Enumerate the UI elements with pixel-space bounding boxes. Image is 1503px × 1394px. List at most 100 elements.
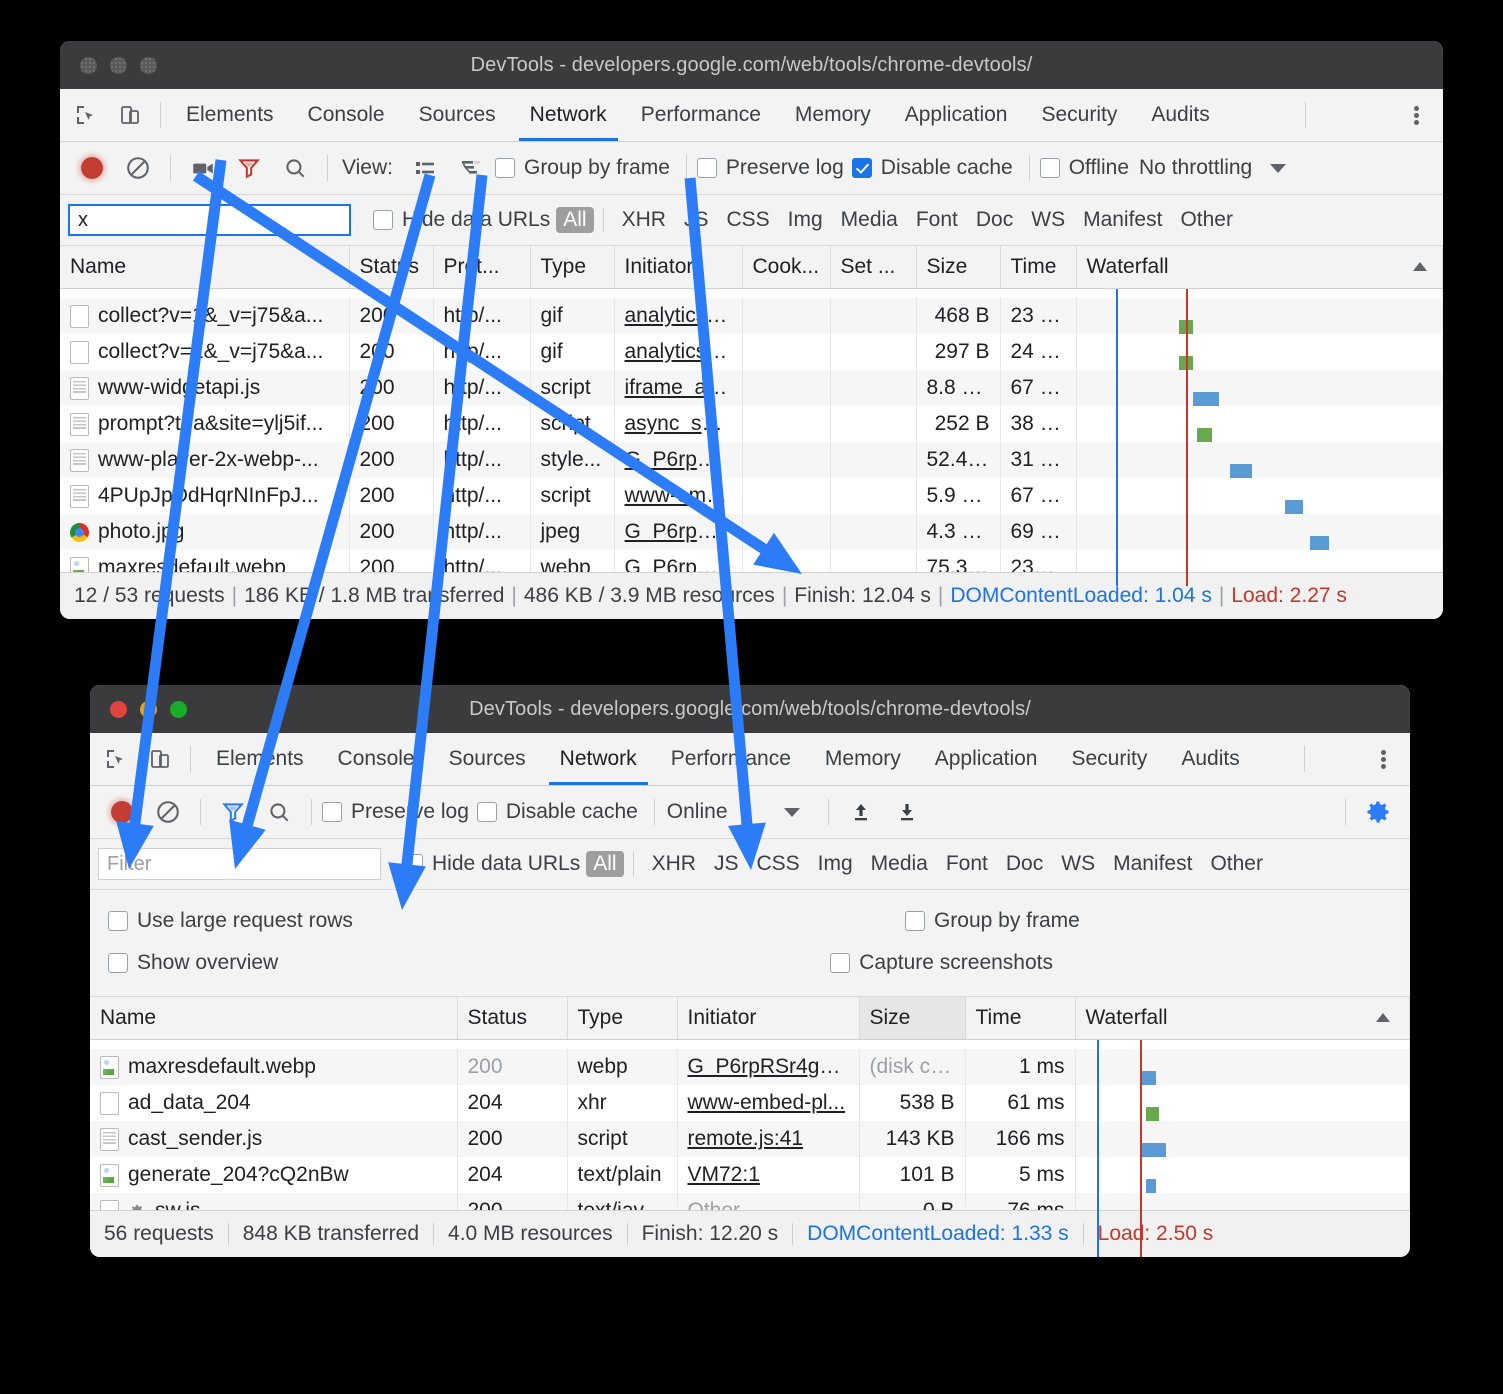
hide-data-urls-checkbox-bottom[interactable]: Hide data URLs [403, 852, 580, 876]
table-row[interactable]: www-widgetapi.js 200 http/... script iframe_… [60, 370, 1443, 406]
filter-type-img[interactable]: Img [779, 208, 832, 232]
tab-security[interactable]: Security [1024, 89, 1134, 141]
checkbox[interactable] [476, 802, 497, 822]
search-icon[interactable] [273, 146, 317, 190]
cell-name[interactable]: collect?v=1&_v=j75&a... [60, 334, 350, 370]
chevron-down-icon[interactable] [783, 807, 800, 817]
filter-type-media[interactable]: Media [832, 208, 907, 232]
filter-type-manifest[interactable]: Manifest [1104, 852, 1201, 876]
offline-checkbox-top[interactable]: Offline [1039, 156, 1129, 180]
table-row[interactable]: photo.jpg 200 http/... jpeg G_P6rpRS... 4.3 K… [60, 514, 1443, 550]
checkbox[interactable] [322, 802, 342, 822]
show-overview-checkbox[interactable]: Show overview [108, 951, 278, 975]
minimize-button[interactable] [140, 700, 157, 718]
record-icon[interactable] [70, 146, 114, 190]
waterfall-view-icon[interactable] [449, 146, 493, 190]
checkbox[interactable] [108, 911, 128, 931]
list-view-icon[interactable] [403, 146, 447, 190]
checkbox[interactable] [851, 158, 872, 178]
preserve-log-checkbox-bottom[interactable]: Preserve log [322, 800, 469, 824]
cell-initiator[interactable]: analytics.js... [614, 334, 743, 370]
checkbox[interactable] [494, 158, 515, 178]
tab-security[interactable]: Security [1054, 733, 1164, 785]
more-options-icon[interactable] [1393, 89, 1439, 141]
maximize-button[interactable] [140, 56, 157, 74]
group-by-frame-checkbox-top[interactable]: Group by frame [494, 156, 670, 180]
col-size[interactable]: Size [859, 997, 966, 1040]
col-initiator[interactable]: Initiator [677, 997, 860, 1040]
cell-name[interactable]: www-widgetapi.js [60, 370, 350, 406]
filter-icon[interactable] [227, 146, 271, 190]
use-large-request-rows-checkbox[interactable]: Use large request rows [108, 909, 353, 933]
cell-initiator[interactable]: VM72:1 [677, 1157, 860, 1193]
filter-type-ws[interactable]: WS [1022, 208, 1074, 232]
filter-input-bottom[interactable]: Filter [98, 848, 381, 880]
cell-initiator[interactable]: async_sur... [614, 406, 743, 442]
checkbox[interactable] [373, 210, 393, 230]
filter-type-font[interactable]: Font [937, 852, 997, 876]
table-row[interactable]: collect?v=1&_v=j75&a... 200 http/... gif ana… [60, 298, 1443, 334]
checkbox[interactable] [830, 953, 851, 973]
tab-console[interactable]: Console [321, 733, 432, 785]
filter-type-font[interactable]: Font [907, 208, 967, 232]
cell-initiator[interactable]: remote.js:41 [677, 1121, 860, 1157]
cell-name[interactable]: 4PUpJpDdHqrNInFpJ... [60, 478, 350, 514]
filter-icon[interactable] [211, 790, 255, 834]
cell-initiator[interactable]: iframe_api:2 [614, 370, 743, 406]
col-name[interactable]: Name [60, 246, 350, 289]
cell-name[interactable]: prompt?t=a&site=ylj5if... [60, 406, 350, 442]
col-waterfall[interactable]: Waterfall [1076, 246, 1443, 289]
throttling-value[interactable]: No throttling [1139, 156, 1252, 180]
cell-name[interactable]: ad_data_204 [90, 1085, 458, 1121]
table-row[interactable]: prompt?t=a&site=ylj5if... 200 http/... scri… [60, 406, 1443, 442]
col-set-cookies[interactable]: Set ... [830, 246, 917, 289]
close-button[interactable] [80, 56, 97, 74]
col-status[interactable]: Status [457, 997, 568, 1040]
cell-name[interactable]: maxresdefault.webp [90, 1049, 458, 1085]
col-protocol[interactable]: Prot... [433, 246, 531, 289]
import-har-icon[interactable] [839, 790, 883, 834]
filter-type-all[interactable]: All [586, 851, 624, 877]
search-icon[interactable] [257, 790, 301, 834]
camera-icon[interactable] [181, 146, 225, 190]
tab-memory[interactable]: Memory [808, 733, 918, 785]
tab-performance[interactable]: Performance [624, 89, 778, 141]
table-row[interactable]: collect?v=1&_v=j75&a... 200 http/... gif ana… [60, 334, 1443, 370]
window-controls-top[interactable] [60, 56, 157, 74]
tab-elements[interactable]: Elements [169, 89, 291, 141]
filter-type-doc[interactable]: Doc [967, 208, 1022, 232]
cell-initiator[interactable]: www-embed-pl... [677, 1085, 860, 1121]
tab-network[interactable]: Network [543, 733, 654, 785]
capture-screenshots-checkbox[interactable]: Capture screenshots [830, 951, 1053, 975]
cell-initiator[interactable]: analytics.js... [614, 298, 743, 334]
tab-sources[interactable]: Sources [432, 733, 543, 785]
clear-icon[interactable] [116, 146, 160, 190]
col-time[interactable]: Time [1000, 246, 1077, 289]
col-size[interactable]: Size [916, 246, 1001, 289]
filter-type-xhr[interactable]: XHR [613, 208, 675, 232]
filter-type-xhr[interactable]: XHR [643, 852, 705, 876]
tab-audits[interactable]: Audits [1164, 733, 1256, 785]
table-row[interactable]: generate_204?cQ2nBw 204 text/plain VM72:1 10… [90, 1157, 1410, 1193]
filter-type-css[interactable]: CSS [717, 208, 778, 232]
tab-application[interactable]: Application [888, 89, 1025, 141]
maximize-button[interactable] [170, 700, 187, 718]
cell-initiator[interactable]: G_P6rpRS... [614, 514, 743, 550]
col-name[interactable]: Name [90, 997, 458, 1040]
checkbox[interactable] [904, 911, 925, 931]
filter-type-other[interactable]: Other [1201, 852, 1272, 876]
filter-type-img[interactable]: Img [809, 852, 862, 876]
col-initiator[interactable]: Initiator [614, 246, 743, 289]
filter-type-ws[interactable]: WS [1052, 852, 1104, 876]
inspect-element-icon[interactable] [64, 93, 108, 137]
cell-name[interactable]: www-player-2x-webp-... [60, 442, 350, 478]
checkbox[interactable] [403, 854, 423, 874]
cell-name[interactable]: photo.jpg [60, 514, 350, 550]
filter-type-doc[interactable]: Doc [997, 852, 1052, 876]
col-type[interactable]: Type [530, 246, 615, 289]
tab-performance[interactable]: Performance [654, 733, 808, 785]
export-har-icon[interactable] [885, 790, 929, 834]
table-row[interactable]: 4PUpJpDdHqrNInFpJ... 200 http/... script www… [60, 478, 1443, 514]
cell-name[interactable]: cast_sender.js [90, 1121, 458, 1157]
device-toolbar-icon[interactable] [108, 93, 152, 137]
